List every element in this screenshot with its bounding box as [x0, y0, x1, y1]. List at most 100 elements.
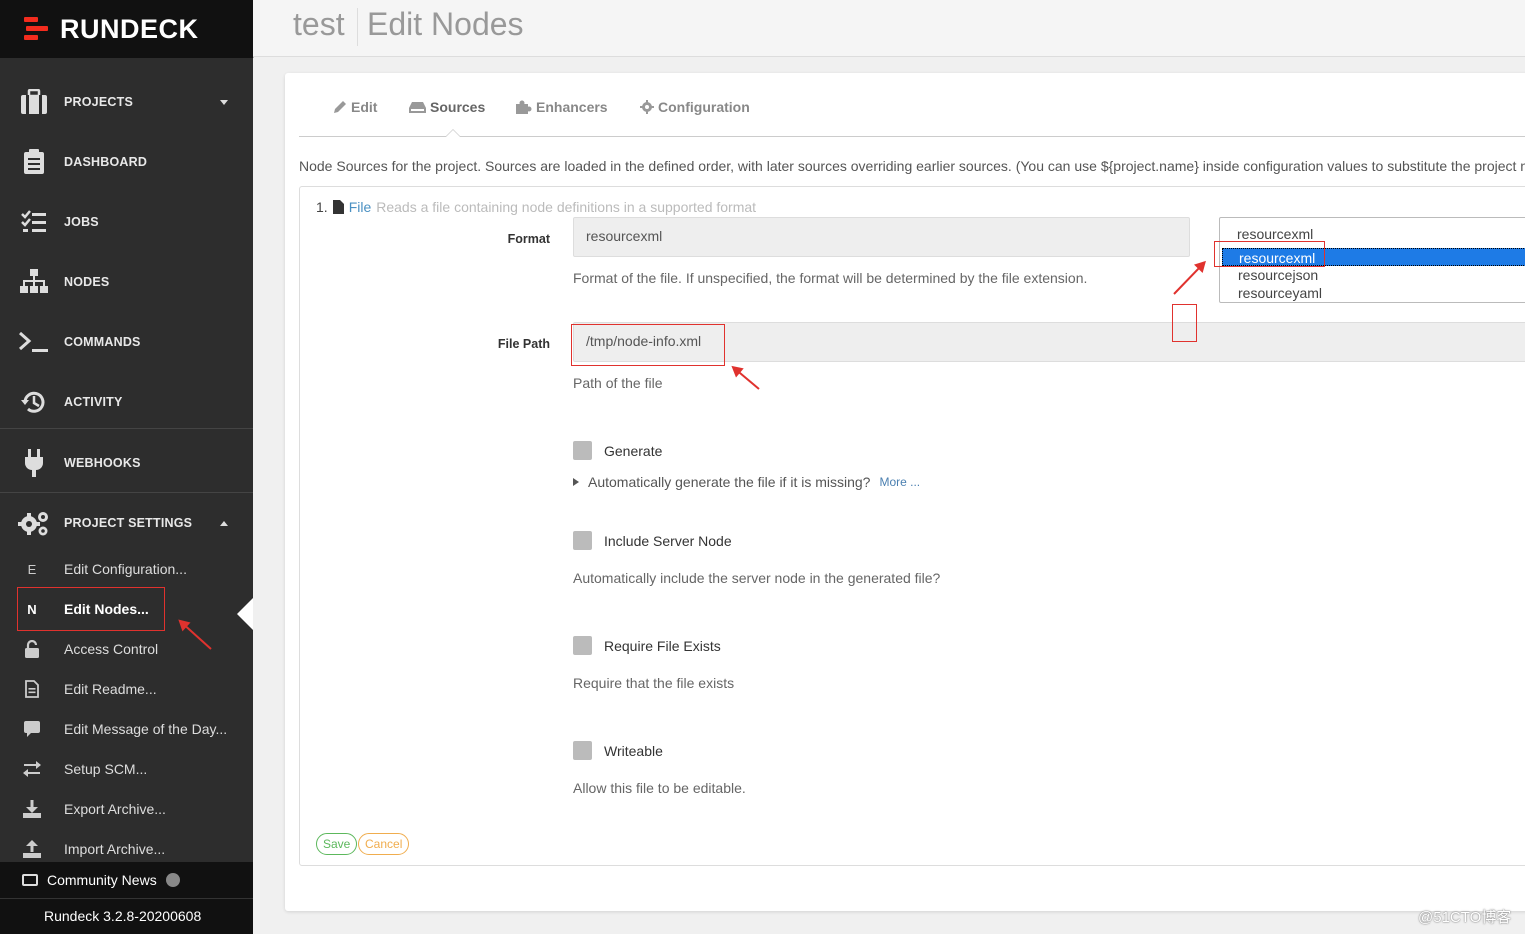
briefcase-icon: [18, 86, 50, 118]
status-dot: [166, 873, 180, 887]
settings-item-label: Edit Message of the Day...: [64, 721, 228, 737]
tab-sources[interactable]: Sources: [409, 99, 485, 115]
writeable-label: Writeable: [604, 742, 663, 759]
header-separator: [357, 8, 358, 46]
settings-edit-configuration[interactable]: E Edit Configuration...: [0, 549, 253, 589]
tab-label: Configuration: [658, 99, 750, 115]
tab-label: Enhancers: [536, 99, 608, 115]
caret-up-icon: [220, 520, 228, 526]
include-server-help: Automatically include the server node in…: [573, 570, 941, 586]
community-news-label: Community News: [47, 872, 157, 888]
settings-item-label: Access Control: [64, 641, 159, 657]
brand-name: RUNDECK: [60, 14, 199, 44]
settings-edit-readme[interactable]: Edit Readme...: [0, 669, 253, 709]
generate-checkbox[interactable]: [573, 441, 592, 460]
content-card: Edit Sources Enhancers Configuration Nod…: [285, 73, 1525, 911]
puzzle-icon: [516, 100, 532, 114]
dropdown-option-resourcejson[interactable]: resourcejson: [1222, 266, 1525, 284]
sidebar: RUNDECK PROJECTS DASHBOARD JOBS NODES CO…: [0, 0, 253, 934]
save-button[interactable]: Save: [316, 833, 358, 855]
settings-item-label: Import Archive...: [64, 841, 166, 857]
source-description: Reads a file containing node definitions…: [376, 199, 757, 215]
community-news[interactable]: Community News: [0, 862, 253, 898]
download-icon: [20, 797, 44, 821]
annotation-box-file-path: [571, 324, 725, 366]
dropdown-option-resourceyaml[interactable]: resourceyaml: [1222, 284, 1525, 302]
nav-nodes[interactable]: NODES: [0, 252, 253, 312]
nav-label: ACTIVITY: [64, 395, 123, 409]
format-label: Format: [507, 232, 550, 246]
writeable-checkbox-row[interactable]: Writeable: [573, 741, 663, 760]
dropdown-current-value: resourcexml: [1237, 226, 1314, 242]
tasks-icon: [18, 206, 50, 238]
version-bar: Rundeck 3.2.8-20200608: [0, 898, 253, 934]
nav-activity[interactable]: ACTIVITY: [0, 372, 253, 432]
annotation-box-small: [1172, 304, 1197, 342]
tab-enhancers[interactable]: Enhancers: [516, 99, 608, 115]
tab-label: Sources: [430, 99, 486, 115]
settings-export-archive[interactable]: Export Archive...: [0, 789, 253, 829]
upload-icon: [20, 837, 44, 861]
settings-setup-scm[interactable]: Setup SCM...: [0, 749, 253, 789]
format-input[interactable]: resourcexml: [573, 217, 1190, 257]
letter-e-glyph: E: [27, 561, 37, 577]
require-exists-help: Require that the file exists: [573, 675, 735, 691]
include-server-label: Include Server Node: [604, 532, 732, 549]
nav-label: JOBS: [64, 215, 99, 229]
settings-item-label: Export Archive...: [64, 801, 166, 817]
more-link[interactable]: More ...: [879, 475, 920, 489]
exchange-icon: [20, 757, 44, 781]
nav-webhooks[interactable]: WEBHOOKS: [0, 433, 253, 493]
sitemap-icon: [18, 266, 50, 298]
generate-label: Generate: [604, 442, 663, 459]
brand-bar[interactable]: RUNDECK: [0, 0, 253, 58]
page-header: test Edit Nodes: [253, 0, 1525, 57]
settings-item-label: Edit Configuration...: [64, 561, 187, 577]
settings-item-label: Edit Readme...: [64, 681, 157, 697]
writeable-checkbox[interactable]: [573, 741, 592, 760]
tab-configuration[interactable]: Configuration: [640, 99, 750, 115]
plug-icon: [18, 447, 50, 479]
require-exists-checkbox-row[interactable]: Require File Exists: [573, 636, 721, 655]
nav-jobs[interactable]: JOBS: [0, 192, 253, 252]
terminal-icon: [18, 326, 50, 358]
nav-label: NODES: [64, 275, 110, 289]
nav-projects[interactable]: PROJECTS: [0, 72, 253, 132]
source-header: 1. File Reads a file containing node def…: [316, 199, 756, 215]
tab-label: Edit: [351, 99, 378, 115]
triangle-right-icon: [573, 478, 579, 486]
format-help: Format of the file. If unspecified, the …: [573, 270, 1088, 286]
generate-checkbox-row[interactable]: Generate: [573, 441, 662, 460]
nav-dashboard[interactable]: DASHBOARD: [0, 132, 253, 192]
version-label: Rundeck 3.2.8-20200608: [44, 908, 202, 924]
nav-label: PROJECTS: [64, 95, 133, 109]
include-server-checkbox-row[interactable]: Include Server Node: [573, 531, 732, 550]
require-exists-checkbox[interactable]: [573, 636, 592, 655]
rundeck-logo-icon: [24, 17, 48, 43]
tab-edit[interactable]: Edit: [333, 99, 377, 115]
settings-access-control[interactable]: Access Control: [0, 629, 253, 669]
file-icon: [332, 200, 344, 214]
generate-help: Automatically generate the file if it is…: [588, 474, 871, 490]
nav-commands[interactable]: COMMANDS: [0, 312, 253, 372]
file-path-help: Path of the file: [573, 375, 663, 391]
nav-label: PROJECT SETTINGS: [64, 516, 193, 530]
nav-divider: [0, 428, 253, 429]
pencil-icon: [334, 101, 346, 113]
active-tab-indicator: [445, 129, 461, 137]
cancel-button[interactable]: Cancel: [358, 833, 410, 855]
generate-help-toggle[interactable]: Automatically generate the file if it is…: [573, 474, 920, 490]
settings-edit-motd[interactable]: Edit Message of the Day...: [0, 709, 253, 749]
include-server-checkbox[interactable]: [573, 531, 592, 550]
writeable-help: Allow this file to be editable.: [573, 780, 746, 796]
require-exists-label: Require File Exists: [604, 637, 721, 654]
nav-project-settings[interactable]: PROJECT SETTINGS: [0, 493, 253, 553]
project-name[interactable]: test: [293, 6, 345, 43]
comment-icon: [20, 717, 44, 741]
watermark: @51CTO博客: [1418, 909, 1512, 926]
hdd-icon: [409, 102, 426, 113]
clipboard-icon: [18, 146, 50, 178]
caret-down-icon: [220, 99, 228, 105]
file-icon: [20, 677, 44, 701]
newspaper-icon: [22, 874, 38, 886]
